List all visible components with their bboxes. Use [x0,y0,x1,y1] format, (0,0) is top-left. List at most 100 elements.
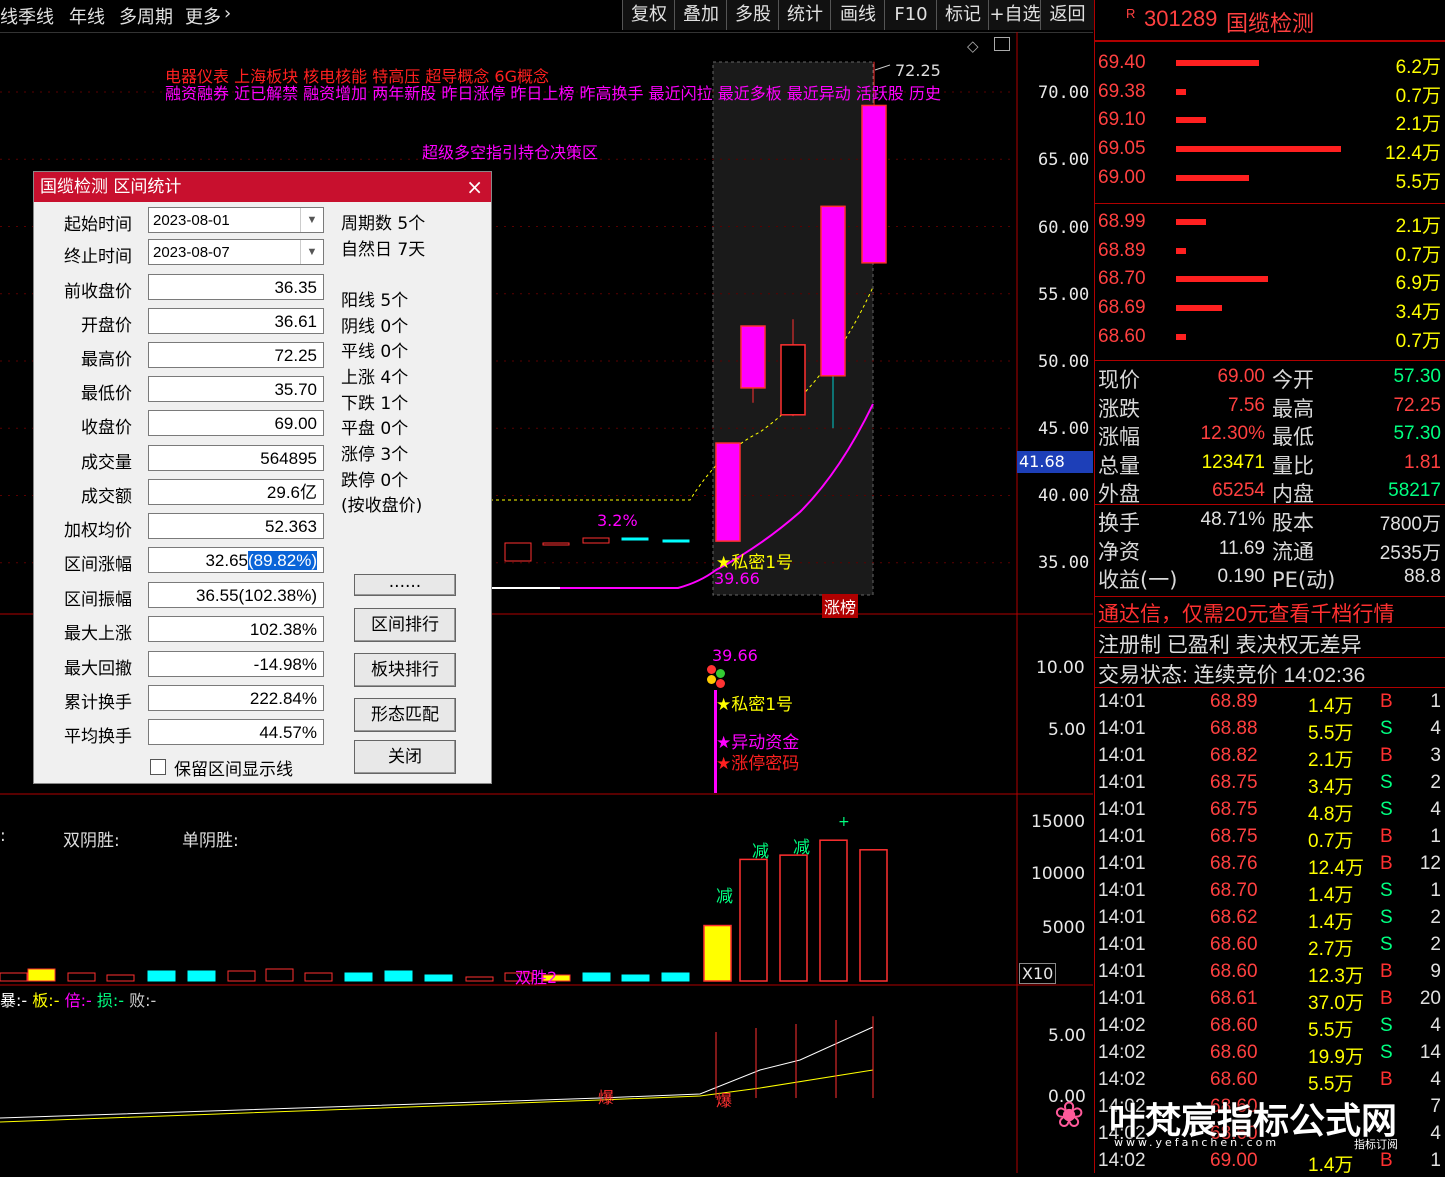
bid-price[interactable]: 68.69 [1098,297,1146,319]
bao-label-2: 爆 [716,1091,733,1110]
chevron-right-icon[interactable]: › [224,3,231,24]
add-watch-button[interactable]: +自选 [988,0,1041,30]
sub1-axis-5: 5.00 [1048,720,1086,740]
close-button[interactable]: 关闭 [354,740,456,774]
field-value: 102.38% [148,616,324,642]
quote-label: 现价 [1098,368,1140,392]
stat-item: 跌停 0个 [341,471,409,491]
more-button[interactable]: ...... [354,574,456,596]
bottom-legend: 暴:- 板:- 倍:- 损:- 败:- [0,987,156,1011]
watermark-tag: 指标订阅 [1354,1138,1398,1151]
bid-volume: 6.9万 [1395,273,1441,295]
stat-item: 涨停 3个 [341,445,409,465]
tick-t: 14:01 [1098,745,1146,766]
tick-row: 14:01 68.75 3.4万 S 2 [1094,772,1445,799]
date-picker[interactable]: 2023-08-01 ▼ [148,207,324,233]
tick-p: 68.82 [1210,745,1258,766]
bid-price[interactable]: 68.60 [1098,326,1146,348]
candle-body [740,325,766,389]
field-value-text: 44.57% [259,723,317,742]
chevron-down-icon[interactable]: ▼ [300,208,323,232]
ask-price[interactable]: 69.10 [1098,109,1146,131]
close-icon[interactable]: × [466,172,483,202]
ask-price[interactable]: 69.38 [1098,81,1146,103]
quote-label: 净资 [1098,539,1140,564]
price-axis-label: 60.00 [1038,218,1090,238]
volume-bar-small [304,972,333,982]
field-label: 起始时间 [64,215,132,235]
volume-bar-small [661,972,690,982]
mark-button[interactable]: 标记 [936,0,989,30]
panel-toggle-icon[interactable] [994,37,1010,51]
dialog-title-bar[interactable]: 国缆检测 区间统计 × [34,172,491,202]
legend-bao: 暴: [0,991,22,1010]
adjust-button[interactable]: 复权 [622,0,675,30]
quote-label: 最低 [1272,425,1314,449]
tick-p: 68.75 [1210,799,1258,820]
quote-value: 11.69 [1218,537,1265,559]
sub1-label-limit-code: ★涨停密码 [716,754,800,774]
stats-button[interactable]: 统计 [778,0,831,30]
chevron-down-icon[interactable]: ▼ [300,240,323,264]
period-2[interactable]: 年线 [69,3,105,29]
tick-v: 37.0万 [1308,993,1364,1014]
draw-line-button[interactable]: 画线 [830,0,885,30]
promo-text[interactable]: 通达信，仅需20元查看千档行情 [1098,598,1394,628]
stat-item: 平盘 0个 [341,419,409,439]
tick-t: 14:02 [1098,1042,1146,1063]
tick-s: B [1380,745,1393,766]
keep-interval-checkbox[interactable] [150,759,166,775]
registration-info: 注册制 已盈利 表决权无差异 [1098,634,1362,657]
overlay-button[interactable]: 叠加 [674,0,727,30]
field-value-text: 36.55(102.38%) [196,586,317,605]
signal-bar [714,690,717,793]
tick-row: 14:01 68.82 2.1万 B 3 [1094,745,1445,772]
tick-v: 12.4万 [1308,858,1364,879]
tick-v: 2.1万 [1308,750,1354,771]
back-button[interactable]: 返回 [1040,0,1094,30]
f10-button[interactable]: F10 [884,0,937,30]
trade-status: 交易状态: 连续竞价 14:02:36 [1098,664,1366,687]
top-toolbar: 线季线 年线 多周期 更多 › 复权 叠加 多股 统计 画线 F10 标记 +自选 返回 [0,0,1094,33]
period-0[interactable]: 线 [0,3,18,29]
tick-n: 20 [1419,988,1441,1009]
field-value-text: 2023-08-01 [153,212,230,229]
quote-value: 123471 [1201,451,1265,473]
date-picker[interactable]: 2023-08-07 ▼ [148,239,324,265]
field-label: 平均换手 [64,727,132,747]
ask-price[interactable]: 69.00 [1098,167,1146,189]
candle-body [780,344,806,416]
quote-value: 12.30% [1200,423,1265,444]
zhangbang-badge[interactable]: 涨榜 [822,594,859,618]
diamond-icon[interactable]: ◇ [967,37,979,55]
tick-s: S [1380,1042,1393,1063]
field-value: 36.61 [148,308,324,334]
bid-price[interactable]: 68.99 [1098,211,1146,233]
vol-axis-5000: 5000 [1042,918,1086,938]
tick-row: 14:01 68.61 37.0万 B 20 [1094,988,1445,1015]
bid-price[interactable]: 68.70 [1098,268,1146,290]
period-4[interactable]: 更多 [185,3,221,29]
interval-stats-dialog[interactable]: 国缆检测 区间统计 × 起始时间 2023-08-01 ▼ 终止时间 2023-08-0… [33,171,492,784]
tick-t: 14:02 [1098,1015,1146,1036]
depth-bar [1176,276,1269,283]
ask-price[interactable]: 69.40 [1098,52,1146,74]
volume-bar [859,849,888,982]
tick-v: 4.8万 [1308,804,1354,825]
lotus-logo-icon: ❀ [1054,1095,1085,1136]
bid-price[interactable]: 68.89 [1098,240,1146,262]
pattern-match-button[interactable]: 形态匹配 [354,698,456,732]
tick-t: 14:01 [1098,907,1146,928]
field-value-highlight[interactable]: (89.82%) [248,551,317,570]
volume-bar-small [227,970,256,982]
period-3[interactable]: 多周期 [119,3,173,29]
interval-rank-button[interactable]: 区间排行 [354,608,456,642]
ask-price[interactable]: 69.05 [1098,138,1146,160]
tick-p: 68.61 [1210,988,1258,1009]
quote-value: 48.71% [1200,509,1265,530]
vol-title-single: 单阴胜: [182,831,239,851]
sector-rank-button[interactable]: 板块排行 [354,653,456,687]
tick-p: 68.60 [1210,961,1258,982]
period-1[interactable]: 季线 [18,3,54,29]
multi-stock-button[interactable]: 多股 [726,0,779,30]
